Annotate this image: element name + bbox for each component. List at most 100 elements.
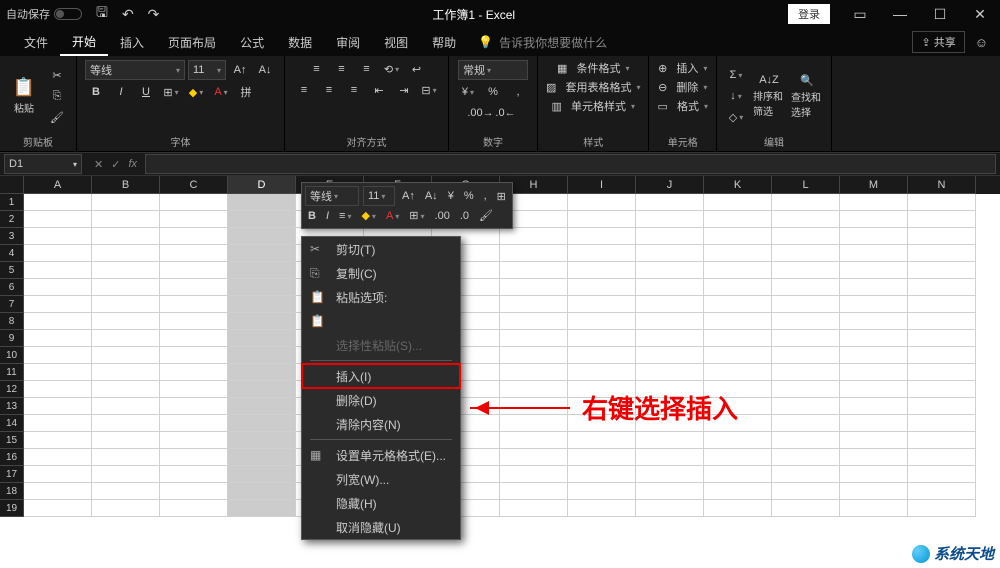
column-header[interactable]: D <box>228 176 296 194</box>
cell[interactable] <box>636 211 704 228</box>
cell[interactable] <box>568 245 636 262</box>
cell[interactable] <box>704 432 772 449</box>
cell[interactable] <box>92 483 160 500</box>
cell[interactable] <box>228 296 296 313</box>
cell[interactable] <box>24 296 92 313</box>
cell[interactable] <box>500 449 568 466</box>
cell[interactable] <box>772 381 840 398</box>
bold-button[interactable]: B <box>85 83 107 101</box>
ribbon-options-icon[interactable]: ▭ <box>840 6 880 23</box>
autosave-switch-icon[interactable] <box>54 8 82 20</box>
mini-inc-decimal-icon[interactable]: .00 <box>432 209 453 223</box>
formula-input[interactable] <box>145 154 996 174</box>
share-button[interactable]: ⇪ 共享 <box>912 31 964 53</box>
cell[interactable] <box>92 364 160 381</box>
cell[interactable] <box>636 330 704 347</box>
cell[interactable] <box>92 228 160 245</box>
cell[interactable] <box>840 279 908 296</box>
cell[interactable] <box>704 364 772 381</box>
mini-increase-font-icon[interactable]: A↑ <box>399 189 418 203</box>
cell[interactable] <box>772 398 840 415</box>
maximize-icon[interactable]: ☐ <box>920 6 960 23</box>
cell[interactable] <box>568 347 636 364</box>
decrease-decimal-icon[interactable]: .0← <box>495 104 517 122</box>
cell[interactable] <box>500 279 568 296</box>
cell[interactable] <box>840 330 908 347</box>
paste-button[interactable]: 📋 粘贴 <box>8 74 40 118</box>
cell[interactable] <box>160 211 228 228</box>
insert-cells-button[interactable]: ⊕ 插入 <box>658 60 707 76</box>
tab-help[interactable]: 帮助 <box>420 30 468 55</box>
cell[interactable] <box>500 500 568 517</box>
row-header[interactable]: 19 <box>0 500 24 517</box>
cell[interactable] <box>840 262 908 279</box>
cell[interactable] <box>840 211 908 228</box>
italic-button[interactable]: I <box>110 83 132 101</box>
cell[interactable] <box>160 279 228 296</box>
cell[interactable] <box>228 313 296 330</box>
cell[interactable] <box>500 313 568 330</box>
cell[interactable] <box>840 347 908 364</box>
row-header[interactable]: 14 <box>0 415 24 432</box>
cell[interactable] <box>704 211 772 228</box>
cell[interactable] <box>772 245 840 262</box>
cell[interactable] <box>160 296 228 313</box>
cell[interactable] <box>92 194 160 211</box>
cell[interactable] <box>228 364 296 381</box>
tab-formulas[interactable]: 公式 <box>228 30 276 55</box>
column-header[interactable]: A <box>24 176 92 194</box>
row-header[interactable]: 6 <box>0 279 24 296</box>
cell[interactable] <box>160 466 228 483</box>
cell[interactable] <box>568 228 636 245</box>
cell[interactable] <box>500 228 568 245</box>
cell[interactable] <box>908 398 976 415</box>
cell[interactable] <box>840 245 908 262</box>
cell[interactable] <box>704 245 772 262</box>
cell[interactable] <box>160 398 228 415</box>
column-header[interactable]: I <box>568 176 636 194</box>
cell[interactable] <box>772 228 840 245</box>
cell[interactable] <box>568 330 636 347</box>
cell[interactable] <box>228 449 296 466</box>
fx-icon[interactable]: fx <box>128 158 137 171</box>
increase-decimal-icon[interactable]: .00→ <box>470 104 492 122</box>
row-header[interactable]: 10 <box>0 347 24 364</box>
cell[interactable] <box>908 296 976 313</box>
cell[interactable] <box>908 347 976 364</box>
cell[interactable] <box>704 194 772 211</box>
autosave-toggle[interactable]: 自动保存 <box>0 6 82 22</box>
format-cells-button[interactable]: ▭ 格式 <box>657 98 707 114</box>
cell[interactable] <box>908 313 976 330</box>
mini-border2-icon[interactable]: ⊞ <box>406 208 427 223</box>
cell[interactable] <box>908 381 976 398</box>
cell[interactable] <box>24 500 92 517</box>
cell[interactable] <box>840 415 908 432</box>
mini-dec-decimal-icon[interactable]: .0 <box>457 209 472 223</box>
align-top-icon[interactable]: ≡ <box>306 60 328 78</box>
cell[interactable] <box>228 483 296 500</box>
cell[interactable] <box>228 279 296 296</box>
cell[interactable] <box>500 483 568 500</box>
cell[interactable] <box>228 398 296 415</box>
cell[interactable] <box>568 364 636 381</box>
currency-icon[interactable]: ¥ <box>457 83 479 101</box>
mini-align-icon[interactable]: ≡ <box>336 209 354 223</box>
mini-font-color-icon[interactable]: A <box>383 209 402 223</box>
cell[interactable] <box>160 364 228 381</box>
fill-color-icon[interactable]: ◆ <box>185 83 207 101</box>
cell[interactable] <box>636 466 704 483</box>
cell[interactable] <box>636 194 704 211</box>
fill-icon[interactable]: ↓ <box>725 87 747 105</box>
cell[interactable] <box>228 211 296 228</box>
cell[interactable] <box>228 432 296 449</box>
cell[interactable] <box>24 279 92 296</box>
select-all-corner[interactable] <box>0 176 24 194</box>
menu-hide[interactable]: 隐藏(H) <box>302 491 460 515</box>
name-box[interactable]: D1▾ <box>4 154 82 174</box>
cell[interactable] <box>908 228 976 245</box>
column-header[interactable]: L <box>772 176 840 194</box>
cell[interactable] <box>160 228 228 245</box>
decrease-indent-icon[interactable]: ⇤ <box>368 81 390 99</box>
close-icon[interactable]: ✕ <box>960 6 1000 23</box>
cell[interactable] <box>568 449 636 466</box>
